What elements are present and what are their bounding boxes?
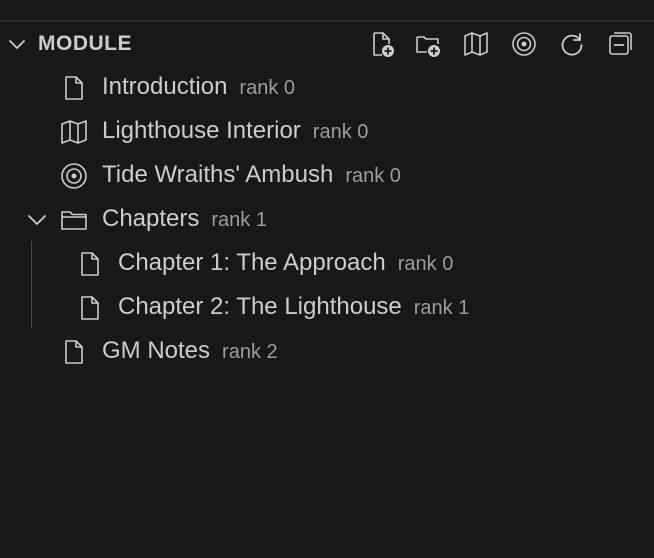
tree-item-chapters-folder[interactable]: Chapters rank 1	[0, 199, 654, 239]
new-encounter-button[interactable]	[508, 28, 540, 60]
target-icon	[61, 163, 87, 189]
new-map-button[interactable]	[460, 28, 492, 60]
collapse-all-icon	[609, 32, 632, 55]
tree-item-chapter-1[interactable]: Chapter 1: The Approach rank 0	[0, 243, 654, 283]
tree-item-rank: rank 0	[239, 77, 296, 99]
tree-item-label: Tide Wraiths' Ambush	[102, 161, 334, 188]
map-icon	[464, 32, 488, 56]
tree-item-rank: rank 0	[312, 121, 369, 143]
tree-item-chapter-2[interactable]: Chapter 2: The Lighthouse rank 1	[0, 287, 654, 327]
tree-item-rank: rank 0	[345, 165, 401, 187]
new-folder-icon	[416, 36, 440, 57]
tree-item-label: Chapter 2: The Lighthouse	[118, 293, 402, 320]
new-folder-button[interactable]	[412, 28, 444, 60]
tree-item-label: Chapters	[102, 205, 200, 232]
tree-item-label: GM Notes	[102, 337, 211, 364]
chevron-down-icon[interactable]	[6, 33, 28, 55]
tree-item-label: Chapter 1: The Approach	[118, 249, 386, 276]
folder-icon	[61, 211, 87, 230]
module-section-header[interactable]: MODULE	[0, 28, 654, 60]
pane-top-border	[0, 20, 654, 22]
tree-item-rank: rank 1	[413, 297, 470, 319]
file-icon	[65, 76, 83, 100]
tree-item-rank: rank 1	[211, 209, 267, 231]
tree-item-introduction[interactable]: Introduction rank 0	[0, 67, 654, 107]
new-file-button[interactable]	[366, 28, 398, 60]
tree-item-label: Lighthouse Interior	[102, 117, 301, 144]
refresh-icon	[561, 33, 583, 56]
file-icon	[65, 340, 83, 364]
refresh-button[interactable]	[556, 28, 588, 60]
new-file-icon	[373, 32, 394, 57]
tree-item-tide-wraiths-ambush[interactable]: Tide Wraiths' Ambush rank 0	[0, 155, 654, 195]
tree-item-rank: rank 2	[222, 341, 278, 363]
tree-item-label: Introduction	[102, 73, 228, 100]
map-icon	[61, 120, 87, 144]
module-explorer-pane: MODULE Introduction rank 0 Lighthouse In…	[0, 0, 654, 558]
file-icon	[81, 252, 99, 276]
chevron-down-icon[interactable]	[25, 208, 49, 232]
section-title: MODULE	[38, 32, 132, 55]
file-icon	[81, 296, 99, 320]
tree-item-gm-notes[interactable]: GM Notes rank 2	[0, 331, 654, 371]
collapse-all-button[interactable]	[604, 28, 636, 60]
tree-item-rank: rank 0	[397, 253, 454, 275]
target-icon	[512, 32, 536, 56]
tree-item-lighthouse-interior[interactable]: Lighthouse Interior rank 0	[0, 111, 654, 151]
